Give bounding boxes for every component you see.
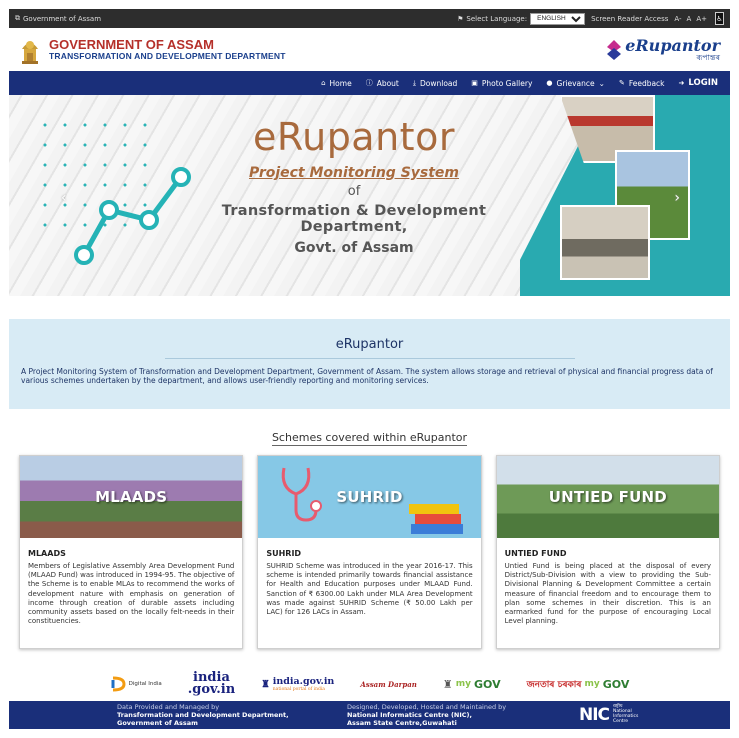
nav-home[interactable]: ⌂ Home [321,79,352,88]
scheme-heading: MLAADS [28,549,66,558]
intro-heading: eRupantor [335,337,404,352]
brand-name-assamese: ৰূপান্তৰ [696,52,720,62]
national-emblem-icon: ♜ [442,677,453,691]
info-icon: ⓘ [365,79,373,87]
carousel-prev-icon[interactable]: ‹ [61,190,67,206]
banner-subtitle: Project Monitoring System [248,165,460,181]
assam-emblem-icon [19,34,41,66]
font-increase-button[interactable]: A+ [696,15,707,23]
nav-download[interactable]: ⤓ Download [413,79,457,88]
national-emblem-icon: ♜ [261,678,270,690]
scheme-card-suhrid[interactable]: SUHRID SUHRID SUHRID Scheme was introduc… [257,455,482,649]
scheme-card-mlaads[interactable]: MLAADS MLAADS Members of Legislative Ass… [19,455,244,649]
nav-photo-gallery[interactable]: ▣ Photo Gallery [471,79,532,88]
header-titles: GOVERNMENT OF ASSAM TRANSFORMATION AND D… [49,38,286,61]
untied-fund-image: UNTIED FUND [496,456,719,538]
footer-designed-by: Designed, Developed, Hosted and Maintain… [347,702,507,728]
intro-divider [164,358,575,359]
site-footer: Data Provided and Managed by Transformat… [9,701,730,729]
language-selector: ⚑ Select Language: ENGLISH [457,12,586,25]
banner-text: eRupantor Project Monitoring System of T… [179,115,529,256]
nav-about[interactable]: ⓘ About [366,78,399,88]
digital-india-logo[interactable]: Digital India [110,676,162,692]
hero-banner: ‹ › eRupantor Project Monitoring System … [9,95,730,296]
erupantor-logo[interactable]: eRupantor ৰূপান্তৰ [607,35,720,62]
erupantor-logo-icon [607,39,622,60]
banner-photo-school [560,205,650,280]
nav-feedback[interactable]: ✎ Feedback [619,79,665,88]
site-header: GOVERNMENT OF ASSAM TRANSFORMATION AND D… [9,28,730,71]
books-icon [408,504,463,534]
banner-dept: Transformation & Development Department, [221,203,487,235]
mygov-logo[interactable]: ♜ my GOV [443,678,501,691]
nav-login[interactable]: ➜ LOGIN [679,78,718,88]
translate-icon: ⚑ [457,14,464,23]
top-utility-bar: ⧉ Government of Assam ⚑ Select Language:… [9,9,730,28]
chevron-down-icon: ⌄ [598,78,605,88]
scheme-description: Members of Legislative Assembly Area Dev… [28,562,235,626]
gov-assam-link[interactable]: ⧉ Government of Assam [15,14,101,23]
chat-icon: ● [546,79,553,87]
nav-grievance[interactable]: ● Grievance ⌄ [546,79,605,88]
language-select[interactable]: ENGLISH [530,12,586,25]
banner-govt: Govt. of Assam [294,240,414,256]
assam-darpan-logo[interactable]: Assam Darpan [360,680,417,689]
scheme-heading: UNTIED FUND [504,549,567,558]
font-size-controls: A- A A+ [674,15,707,23]
scheme-description: SUHRID Scheme was introduced in the year… [266,562,473,617]
national-portal-logo[interactable]: ♜ india.gov.in national portal of india [261,676,334,692]
carousel-next-icon[interactable]: › [674,190,680,206]
scheme-heading: SUHRID [266,549,302,558]
banner-of: of [347,184,361,199]
intro-section: eRupantor A Project Monitoring System of… [9,319,730,409]
login-icon: ➜ [678,79,685,87]
footer-managed-by: Data Provided and Managed by Transformat… [117,702,289,728]
main-nav: ⌂ Home ⓘ About ⤓ Download ▣ Photo Galler… [9,71,730,95]
scheme-cards: MLAADS MLAADS Members of Legislative Ass… [19,455,720,649]
scheme-card-untied-fund[interactable]: UNTIED FUND UNTIED FUND Untied Fund is b… [495,455,720,649]
partner-logos: Digital India india .gov.in ♜ india.gov.… [9,669,730,699]
external-link-icon: ⧉ [15,14,20,22]
brand-name: eRupantor [625,35,720,55]
stethoscope-icon [282,467,323,522]
scheme-description: Untied Fund is being placed at the dispo… [504,562,711,626]
gov-title: GOVERNMENT OF ASSAM [49,37,214,53]
font-decrease-button[interactable]: A- [674,15,681,23]
dept-title: TRANSFORMATION AND DEVELOPMENT DEPARTMEN… [49,50,286,61]
image-icon: ▣ [471,79,478,87]
home-icon: ⌂ [321,79,326,87]
page: ⧉ Government of Assam ⚑ Select Language:… [9,9,730,729]
download-icon: ⤓ [412,78,416,87]
banner-title: eRupantor [253,115,455,159]
edit-icon: ✎ [618,79,625,87]
suhrid-image: SUHRID [258,456,481,538]
schemes-title: Schemes covered within eRupantor [271,431,468,446]
font-normal-button[interactable]: A [687,15,692,23]
screen-reader-link[interactable]: Screen Reader Access [591,15,668,23]
mlaads-image: MLAADS [20,456,243,538]
banner-photos [520,95,690,296]
nic-logo[interactable]: NIC राष्ट्रीय National Informatics Centr… [579,704,638,725]
janatar-sarkar-logo[interactable]: জনতাৰ চৰকাৰ my GOV [527,677,630,692]
intro-text: A Project Monitoring System of Transform… [21,367,713,385]
digital-india-icon [111,676,126,692]
accessibility-icon[interactable]: ♿ [715,12,724,25]
india-gov-logo[interactable]: india .gov.in [188,671,235,695]
